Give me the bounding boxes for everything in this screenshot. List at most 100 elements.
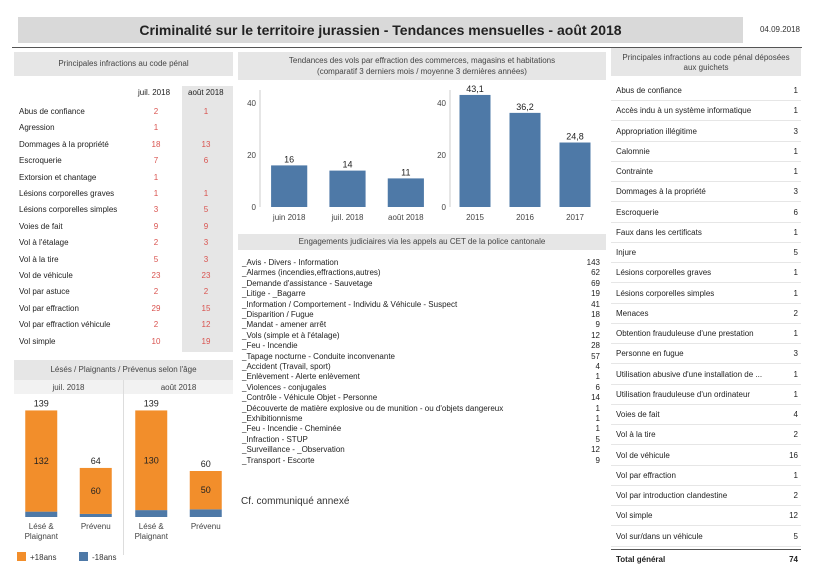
offence-name: Injure: [616, 248, 637, 257]
legend-swatch: [17, 552, 26, 561]
engagement-name: _Mandat - amener arrêt: [242, 320, 327, 330]
table-row: Vol par introduction clandestine 2: [611, 486, 801, 506]
trend-title-line1: Tendances des vols par effraction des co…: [288, 56, 556, 65]
offence-count: 3: [793, 126, 798, 136]
offence-name: Vol simple: [19, 336, 56, 346]
count-jul: 5: [153, 254, 159, 264]
count-jul: 2: [153, 320, 159, 330]
x-tick-label-line2: Plaignant: [25, 532, 59, 541]
engagement-count: 1: [595, 403, 600, 413]
x-tick-label-line2: Plaignant: [135, 532, 169, 541]
count-aug: 1: [203, 189, 209, 198]
y-tick-label: 0: [252, 203, 257, 212]
column-header-aug: août 2018: [188, 88, 224, 97]
offence-name: Vol de véhicule: [616, 450, 670, 460]
count-jul: 18: [151, 139, 161, 149]
list-item: _Feu - Incendie - Cheminée 1: [242, 424, 602, 434]
offence-name: Utilisation frauduleuse d'un ordinateur: [616, 389, 751, 399]
table-row: Vol simple 12: [611, 506, 801, 527]
table-row: Voies de fait 4: [611, 405, 801, 425]
offence-count: 2: [793, 308, 798, 318]
engagement-count: 4: [595, 362, 600, 371]
engagement-name: _Alarmes (incendies,effractions,autres): [242, 268, 381, 278]
list-item: _Contrôle - Véhicule Objet - Personne 14: [242, 393, 602, 403]
count-jul: 2: [153, 238, 159, 248]
list-item: _Litige - _Bagarre 19: [242, 289, 602, 299]
engagement-name: _Avis - Divers - Information: [242, 258, 339, 267]
list-item: _Disparition / Fugue 18: [242, 310, 602, 320]
engagement-count: 143: [586, 258, 600, 267]
panel-title: Principales infractions au code pénal dé…: [611, 48, 801, 76]
engagement-count: 19: [591, 289, 600, 299]
engagement-count: 1: [595, 414, 600, 423]
count-aug: 3: [203, 254, 209, 264]
offence-name: Personne en fugue: [616, 349, 684, 359]
annex-note: Cf. communiqué annexé: [241, 496, 350, 507]
count-jul: 2: [153, 107, 159, 116]
engagement-count: 5: [595, 434, 600, 444]
count-jul: 1: [153, 123, 159, 133]
offence-count: 3: [793, 187, 798, 197]
count-jul: 7: [153, 156, 159, 166]
engagement-name: _Violences - conjugales: [242, 382, 327, 392]
segment-value-label: 60: [91, 486, 101, 496]
offence-name: Agression: [19, 123, 55, 133]
engagement-name: _Transport - Escorte: [242, 455, 315, 465]
engagement-count: 1: [595, 424, 600, 434]
list-item: _Mandat - amener arrêt 9: [242, 320, 602, 330]
table-row: Lésions corporelles simples 3 5: [14, 202, 233, 218]
table-row: Accès indu à un système informatique 1: [611, 101, 801, 122]
table-row: Vol sur/dans un véhicule 5: [611, 527, 801, 547]
offence-name: Vol par introduction clandestine: [616, 491, 728, 500]
table-row: Vol simple 10 19: [14, 334, 233, 350]
list-item: _Demande d'assistance - Sauvetage 69: [242, 279, 602, 289]
list-item: _Transport - Escorte 9: [242, 456, 602, 466]
list-item: _Accident (Travail, sport) 4: [242, 362, 602, 372]
engagement-name: _Enlèvement - Alerte enlèvement: [242, 372, 360, 382]
list-item: _Violences - conjugales 6: [242, 383, 602, 393]
engagement-name: _Exhibitionnisme: [242, 414, 303, 423]
total-value: 74: [789, 554, 798, 564]
offence-count: 1: [793, 268, 798, 278]
segment-value-label: 50: [201, 485, 211, 495]
table-row: Faux dans les certificats 1: [611, 223, 801, 243]
count-aug: 23: [201, 271, 211, 280]
offence-count: 3: [793, 349, 798, 359]
right-title-line1: Principales infractions au code pénal dé…: [622, 53, 790, 62]
segment-value-label: 132: [34, 456, 49, 466]
group-header: août 2018: [161, 383, 197, 392]
table-row: Dommages à la propriété 18 13: [14, 137, 233, 153]
x-tick-label: 2016: [516, 213, 534, 222]
table-row: Dommages à la propriété 3: [611, 182, 801, 203]
engagement-name: _Disparition / Fugue: [242, 310, 314, 319]
offence-name: Utilisation abusive d'une installation d…: [616, 369, 763, 379]
offence-name: Vol à la tire: [616, 430, 656, 440]
engagement-count: 6: [595, 382, 600, 392]
trend-title-line2: (comparatif 3 derniers mois / moyenne 3 …: [317, 67, 527, 76]
table-row: Obtention frauduleuse d'une prestation 1: [611, 324, 801, 344]
list-item: _Découverte de matière explosive ou de m…: [242, 404, 602, 414]
list-item: _Information / Comportement - Individu &…: [242, 300, 602, 310]
offence-name: Appropriation illégitime: [616, 126, 697, 136]
offence-count: 4: [793, 410, 798, 419]
total-value-label: 60: [201, 459, 211, 469]
table-row: Vol de véhicule 23 23: [14, 268, 233, 284]
total-value-label: 139: [34, 398, 49, 408]
y-tick-label: 0: [442, 203, 447, 212]
table-row: Escroquerie 7 6: [14, 153, 233, 169]
offence-count: 1: [793, 369, 798, 379]
table-row: Vol à la tire 5 3: [14, 252, 233, 268]
table-row: Abus de confiance 2 1: [14, 104, 233, 120]
x-tick-label: juil. 2018: [330, 213, 364, 222]
table-row: Vol à la tire 2: [611, 425, 801, 446]
engagement-name: _Feu - Incendie - Cheminée: [242, 424, 342, 434]
table-row: Personne en fugue 3: [611, 344, 801, 365]
offence-name: Vol par astuce: [19, 287, 70, 297]
panel-title: Principales infractions au code pénal: [14, 52, 233, 76]
list-item: _Surveillance - _Observation 12: [242, 445, 602, 455]
table-row: Vol par astuce 2 2: [14, 284, 233, 300]
engagement-count: 62: [591, 268, 600, 278]
offence-name: Dommages à la propriété: [616, 187, 706, 197]
offence-name: Escroquerie: [19, 156, 62, 166]
offence-name: Voies de fait: [616, 410, 660, 419]
